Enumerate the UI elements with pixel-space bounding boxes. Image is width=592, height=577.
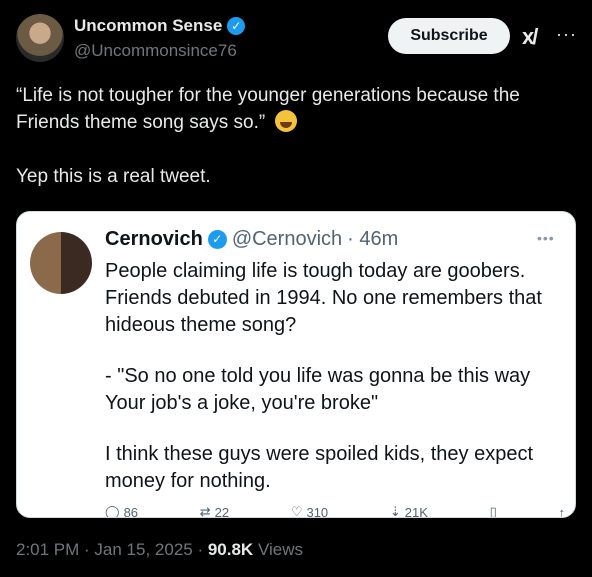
- tweet-footer: 2:01 PM · Jan 15, 2025 · 90.8K Views: [16, 540, 303, 560]
- quoted-paragraph-3: I think these guys were spoiled kids, th…: [105, 443, 534, 492]
- views-count: 90.8K: [207, 540, 254, 559]
- quoted-avatar[interactable]: [30, 232, 92, 294]
- views-action[interactable]: ⇣ 21K: [389, 504, 428, 518]
- timestamp[interactable]: 2:01 PM · Jan 15, 2025 ·: [16, 540, 203, 559]
- bookmark-icon: ▯: [489, 504, 497, 518]
- retweet-action[interactable]: ⇄ 22: [199, 504, 230, 518]
- reply-action[interactable]: ◯ 86: [105, 504, 139, 518]
- bookmark-action[interactable]: ▯: [489, 504, 497, 518]
- tweet-quote-line: “Life is not tougher for the younger gen…: [16, 85, 520, 133]
- tweet-text: “Life is not tougher for the younger gen…: [16, 82, 576, 190]
- share-icon: ↑: [558, 504, 565, 518]
- retweet-icon: ⇄: [199, 504, 211, 518]
- quoted-action-bar: ◯ 86 ⇄ 22 ♡ 310 ⇣ 21K ▯ ↑: [105, 504, 565, 518]
- author-handle[interactable]: @Uncommonsince76: [74, 41, 237, 61]
- verified-badge-icon: ✓: [227, 17, 246, 35]
- quoted-header: Cernovich ✓ @Cernovich · 46m: [105, 228, 398, 251]
- quoted-author-handle[interactable]: @Cernovich: [232, 228, 342, 251]
- quoted-body: People claiming life is tough today are …: [105, 258, 565, 495]
- quoted-paragraph-2: - "So no one told you life was gonna be …: [105, 365, 531, 414]
- heart-icon: ♡: [290, 504, 303, 518]
- author-avatar[interactable]: [16, 14, 64, 62]
- quoted-paragraph-1: People claiming life is tough today are …: [105, 260, 542, 336]
- reply-icon: ◯: [105, 504, 120, 518]
- xai-icon[interactable]: x/: [522, 24, 538, 50]
- quoted-verified-badge-icon: ✓: [207, 230, 227, 249]
- more-icon[interactable]: ···: [556, 24, 577, 45]
- share-action[interactable]: ↑: [558, 504, 565, 518]
- like-action[interactable]: ♡ 310: [290, 504, 329, 518]
- quoted-timestamp[interactable]: · 46m: [347, 228, 398, 251]
- author-name-row: Uncommon Sense ✓: [74, 16, 246, 36]
- retweet-count: 22: [214, 504, 230, 518]
- views-count-quoted: 21K: [404, 504, 428, 518]
- subscribe-button[interactable]: Subscribe: [388, 18, 510, 54]
- reply-count: 86: [123, 504, 139, 518]
- quoted-more-icon[interactable]: •••: [537, 230, 555, 246]
- quoted-author-name[interactable]: Cernovich: [105, 228, 203, 251]
- tears-of-joy-emoji-icon: [274, 110, 297, 132]
- quoted-tweet-card[interactable]: Cernovich ✓ @Cernovich · 46m ••• People …: [16, 211, 576, 518]
- tweet-line-2: Yep this is a real tweet.: [16, 166, 211, 187]
- like-count: 310: [306, 504, 329, 518]
- views-label: Views: [257, 540, 303, 559]
- tweet-header: Uncommon Sense ✓ @Uncommonsince76 Subscr…: [16, 14, 576, 66]
- author-name[interactable]: Uncommon Sense: [74, 16, 222, 36]
- views-icon: ⇣: [389, 504, 401, 518]
